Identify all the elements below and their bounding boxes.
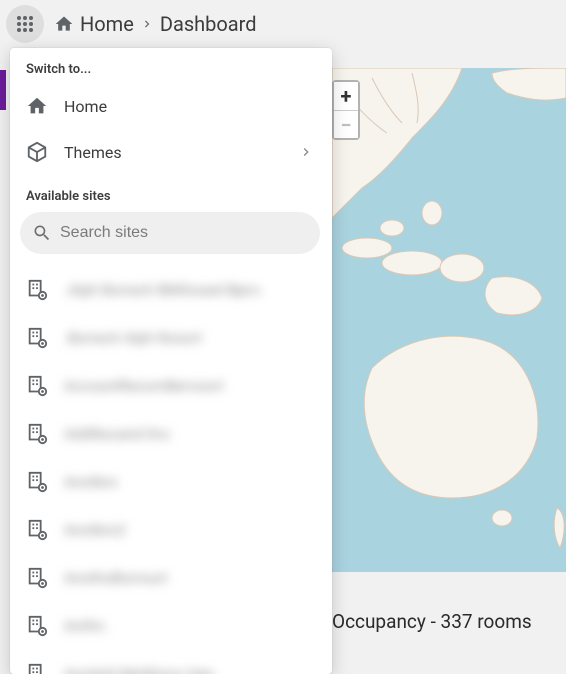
building-pin-icon (26, 375, 48, 397)
available-sites-label: Available sites (10, 175, 330, 210)
map-panel[interactable]: + − (332, 68, 566, 572)
chevron-right-icon (140, 17, 154, 31)
site-item[interactable]: AccountRecomBervoort (10, 362, 330, 410)
building-pin-icon (26, 471, 48, 493)
site-list: .Alph Borrech BMGosed Bjerv. .Borrech Al… (10, 264, 330, 674)
menu-item-home[interactable]: Home (10, 83, 330, 129)
site-label: Anoteld Meililions Hee (64, 665, 214, 674)
cube-icon (26, 141, 48, 163)
site-item[interactable]: .Alph Borrech BMGosed Bjerv. (10, 266, 330, 314)
search-icon (32, 223, 52, 243)
building-pin-icon (26, 327, 48, 349)
zoom-in-button[interactable]: + (334, 82, 358, 110)
site-item[interactable]: .Borrech Alph Rosort (10, 314, 330, 362)
site-item[interactable]: AnothoBorrourt (10, 554, 330, 602)
site-item[interactable]: Anotbro2 (10, 506, 330, 554)
building-pin-icon (26, 567, 48, 589)
site-label: .Borrech Alph Rosort (64, 329, 202, 347)
zoom-out-button[interactable]: − (334, 110, 358, 138)
site-item[interactable]: Anoteld Meililions Hee (10, 650, 330, 674)
site-label: AccountRecomBervoort (64, 377, 223, 395)
occupancy-heading: Occupancy - 337 rooms (332, 610, 532, 633)
breadcrumb: Home Dashboard (54, 12, 257, 36)
site-label: Anotbro (64, 473, 117, 491)
site-label: Anotbro2 (64, 521, 126, 539)
apps-grid-icon (16, 15, 34, 33)
site-label: AddNocand Dru (64, 425, 170, 443)
zoom-control: + − (332, 80, 360, 140)
switcher-dropdown: Switch to... Home Themes Available sites (10, 48, 332, 674)
apps-menu-button[interactable] (6, 5, 44, 43)
home-icon (54, 14, 74, 34)
home-icon (26, 95, 48, 117)
search-input[interactable] (60, 224, 308, 242)
site-label: Anifm. (64, 617, 108, 635)
map-canvas (332, 68, 566, 572)
switch-to-label: Switch to... (10, 48, 330, 83)
selection-indicator (0, 70, 6, 110)
menu-item-label: Home (64, 97, 314, 116)
site-label: .Alph Borrech BMGosed Bjerv. (64, 281, 263, 299)
site-item[interactable]: Anotbro (10, 458, 330, 506)
building-pin-icon (26, 615, 48, 637)
chevron-right-icon (298, 144, 314, 160)
building-pin-icon (26, 423, 48, 445)
menu-item-themes[interactable]: Themes (10, 129, 330, 175)
breadcrumb-home[interactable]: Home (80, 12, 134, 36)
search-container (10, 210, 330, 264)
search-box[interactable] (20, 212, 320, 254)
building-pin-icon (26, 519, 48, 541)
dropdown-scroll[interactable]: Switch to... Home Themes Available sites (10, 48, 332, 674)
site-item[interactable]: Anifm. (10, 602, 330, 650)
top-header: Home Dashboard (0, 0, 566, 48)
building-pin-icon (26, 279, 48, 301)
site-item[interactable]: AddNocand Dru (10, 410, 330, 458)
site-label: AnothoBorrourt (64, 569, 167, 587)
building-pin-icon (26, 663, 48, 674)
breadcrumb-page[interactable]: Dashboard (160, 12, 257, 36)
menu-item-label: Themes (64, 143, 282, 162)
